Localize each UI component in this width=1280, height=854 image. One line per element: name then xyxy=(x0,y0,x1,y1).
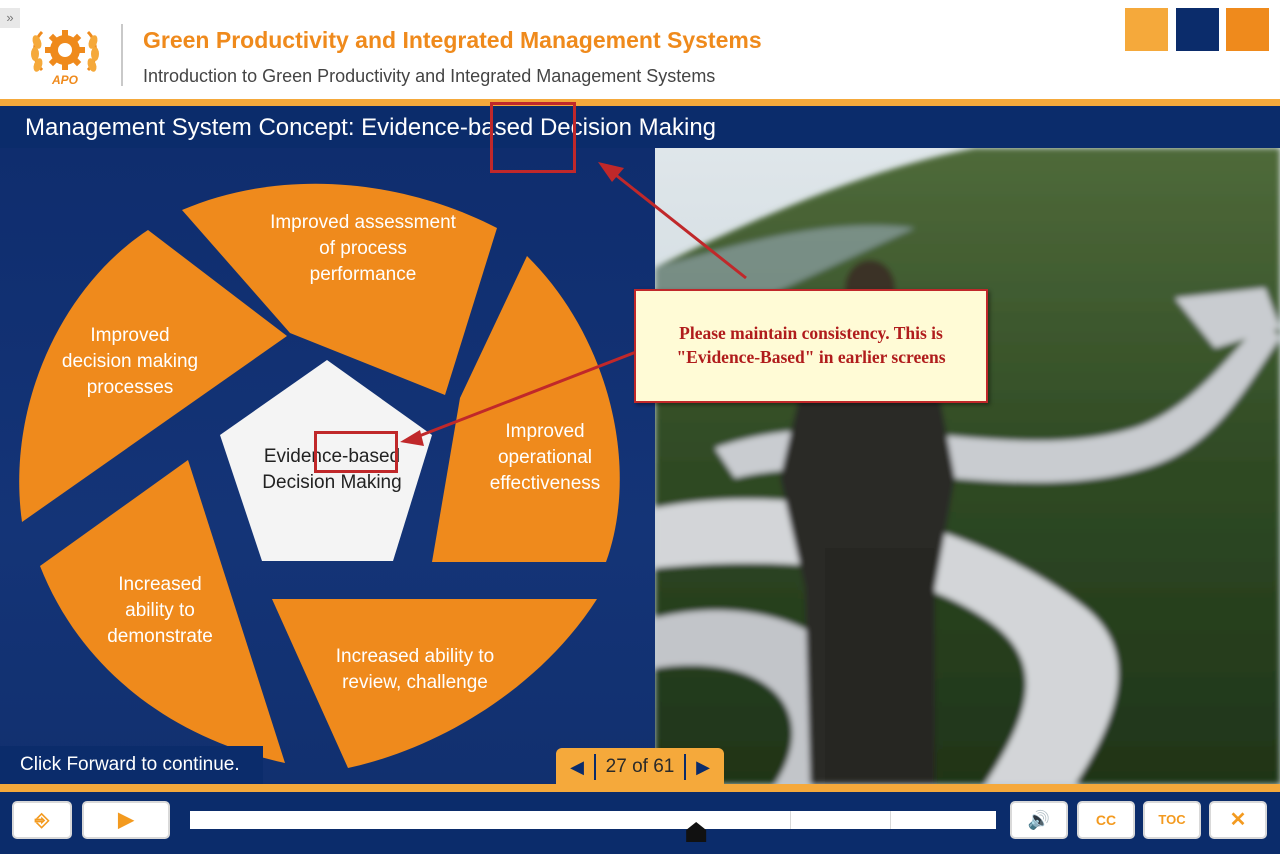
close-button[interactable]: ✕ xyxy=(1209,801,1267,839)
segment-label-demonstrate: Increased ability to demonstrate xyxy=(107,574,213,647)
volume-button[interactable]: 🔊 xyxy=(1010,801,1068,839)
review-comment-text: Please maintain consistency. This is "Ev… xyxy=(676,323,946,367)
slide-pager: ◀ 27 of 61 ▶ xyxy=(556,748,724,786)
slide-content: Improved assessment of process performan… xyxy=(0,148,1280,786)
continue-prompt: Click Forward to continue. xyxy=(0,746,263,784)
close-icon: ✕ xyxy=(1229,809,1247,831)
player-controls: ⎆ ▶ 🔊 CC TOC ✕ xyxy=(0,792,1280,854)
course-header: » APO Green Productivity and Integrated … xyxy=(0,0,1280,100)
slide-title-bar: Management System Concept: Evidence-base… xyxy=(0,106,1280,148)
play-icon: ▶ xyxy=(118,809,134,831)
exit-button[interactable]: ⎆ xyxy=(12,801,72,839)
slide-counter: 27 of 61 xyxy=(605,756,675,777)
businessman-road-photo xyxy=(655,148,1280,784)
previous-slide-button[interactable]: ◀ xyxy=(564,754,590,780)
play-button[interactable]: ▶ xyxy=(82,801,170,839)
highlight-box-title xyxy=(490,102,576,173)
next-slide-button[interactable]: ▶ xyxy=(690,754,716,780)
segment-label-review: Increased ability to review, challenge xyxy=(335,646,495,693)
progress-tick xyxy=(890,811,891,829)
apo-logo: APO xyxy=(31,30,99,87)
header-accent-bar xyxy=(0,99,1280,106)
progress-tick xyxy=(790,811,791,829)
expand-sidebar-button[interactable]: » xyxy=(0,8,20,28)
speaker-icon: 🔊 xyxy=(1027,810,1051,830)
pager-divider xyxy=(684,754,686,780)
course-subtitle: Introduction to Green Productivity and I… xyxy=(143,66,716,86)
highlight-box-center xyxy=(314,431,398,473)
course-player: » APO Green Productivity and Integrated … xyxy=(0,0,1280,854)
closed-captions-button[interactable]: CC xyxy=(1077,801,1135,839)
progress-bar[interactable] xyxy=(190,811,996,829)
segment-label-decision: Improved decision making processes xyxy=(61,325,199,398)
course-title: Green Productivity and Integrated Manage… xyxy=(143,27,762,53)
segment-label-assessment: Improved assessment of process performan… xyxy=(270,212,456,285)
brand-square-light-orange xyxy=(1125,8,1168,51)
review-comment-box: Please maintain consistency. This is "Ev… xyxy=(634,289,988,403)
player-accent-bar xyxy=(0,784,1280,792)
exit-icon: ⎆ xyxy=(34,810,50,830)
brand-square-orange xyxy=(1226,8,1269,51)
svg-text:APO: APO xyxy=(51,73,79,87)
header-divider xyxy=(121,24,123,86)
segment-label-operational: Improved operational effectiveness xyxy=(489,421,601,494)
slide-title: Management System Concept: Evidence-base… xyxy=(25,114,717,141)
table-of-contents-button[interactable]: TOC xyxy=(1143,801,1201,839)
brand-square-navy xyxy=(1176,8,1219,51)
